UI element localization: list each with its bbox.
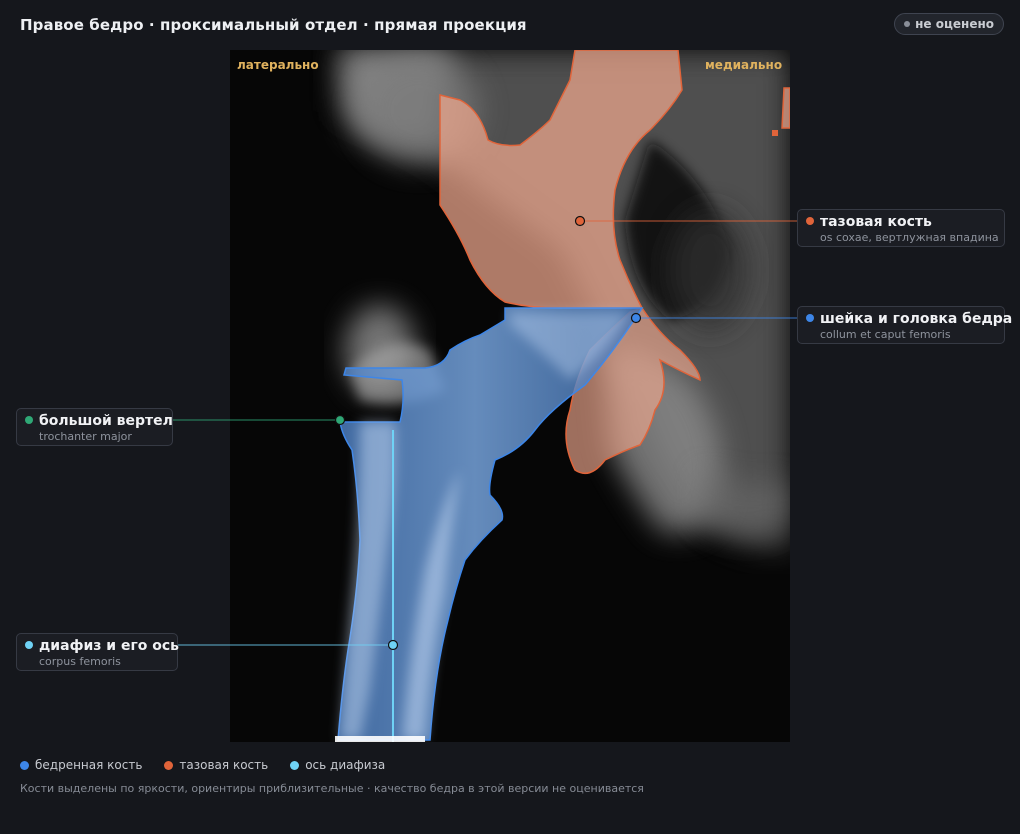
- legend-dot-icon: [164, 760, 174, 770]
- footnote: Кости выделены по яркости, ориентиры при…: [20, 782, 644, 795]
- legend-item-femur: бедренная кость: [20, 758, 142, 772]
- pelvis-marker[interactable]: [574, 215, 586, 227]
- callout-neck-subtitle: collum et caput femoris: [820, 328, 951, 341]
- callout-pelvis[interactable]: тазовая кость os coxae, вертлужная впади…: [797, 209, 1005, 247]
- callout-neck-title: шейка и головка бедра: [820, 311, 1013, 327]
- pelvis-dot-icon: [806, 217, 814, 225]
- status-badge[interactable]: не оценено: [894, 13, 1004, 35]
- neck-marker[interactable]: [630, 312, 642, 324]
- page-title: Правое бедро · проксимальный отдел · пря…: [20, 16, 527, 34]
- legend-axis-label: ось диафиза: [305, 758, 386, 772]
- callout-neck[interactable]: шейка и головка бедра collum et caput fe…: [797, 306, 1013, 344]
- callout-trochanter-title: большой вертел: [39, 413, 173, 429]
- callout-pelvis-subtitle: os coxae, вертлужная впадина: [820, 231, 999, 244]
- status-dot-icon: [904, 21, 911, 27]
- legend-item-pelvis: тазовая кость: [164, 758, 268, 772]
- legend-dot-icon: [20, 760, 29, 770]
- legend-dot-icon: [290, 760, 300, 770]
- callout-trochanter[interactable]: большой вертел trochanter major: [16, 408, 173, 446]
- medial-label: медиально: [705, 58, 783, 72]
- lateral-label: латерально: [237, 58, 319, 72]
- trochanter-marker[interactable]: [334, 414, 346, 426]
- legend-femur-label: бедренная кость: [35, 758, 143, 772]
- callout-shaft-subtitle: corpus femoris: [39, 655, 121, 668]
- neck-dot-icon: [806, 314, 814, 322]
- trochanter-dot-icon: [25, 416, 33, 424]
- callout-shaft-title: диафиз и его ось: [39, 638, 180, 654]
- legend-pelvis-label: тазовая кость: [179, 758, 269, 772]
- shaft-marker[interactable]: [387, 639, 399, 651]
- shaft-dot-icon: [25, 641, 33, 649]
- legend-item-axis: ось диафиза: [290, 758, 385, 772]
- callout-pelvis-title: тазовая кость: [820, 214, 932, 230]
- callout-shaft[interactable]: диафиз и его ось corpus femoris: [16, 633, 180, 671]
- callout-trochanter-subtitle: trochanter major: [39, 430, 132, 443]
- legend: бедренная кость тазовая кость ось диафиз…: [20, 758, 385, 772]
- status-label: не оценено: [915, 17, 994, 31]
- xray-image[interactable]: [230, 50, 790, 742]
